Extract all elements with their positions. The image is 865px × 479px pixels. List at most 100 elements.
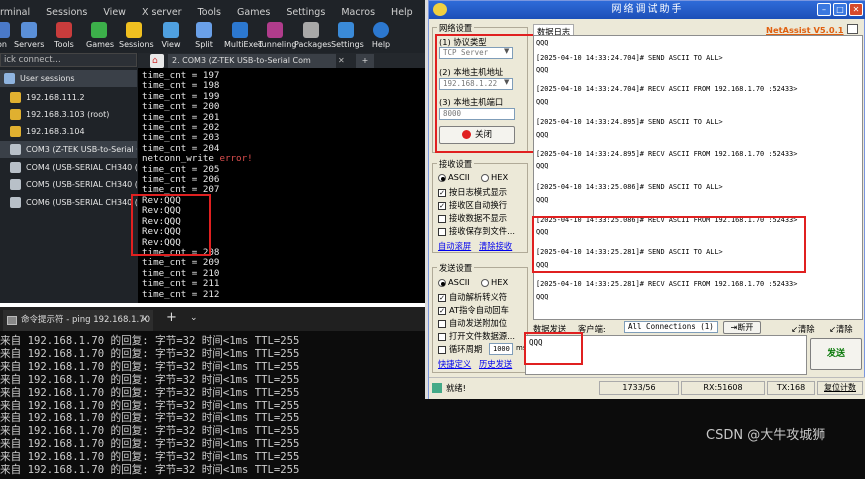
highlight-net-settings <box>435 34 546 153</box>
games-icon <box>91 22 107 38</box>
sessions-root[interactable]: User sessions <box>0 70 137 87</box>
serial-port-icon <box>10 179 21 190</box>
data-log[interactable]: QQQ [2025-04-10 14:33:24.704]# SEND ASCII… <box>533 35 863 320</box>
serial-port-icon <box>10 162 21 173</box>
packages-button[interactable]: Packages <box>294 22 331 49</box>
send-hex-radio[interactable]: HEX <box>481 277 508 287</box>
sessions-sidebar: User sessions 192.168.111.2 192.168.3.10… <box>0 70 137 303</box>
loop-period-input[interactable]: 1000 <box>489 343 513 355</box>
log-entry-data: QQQ <box>536 98 549 106</box>
send-option-append[interactable]: 自动发送附加位 <box>438 317 507 329</box>
menu-macros[interactable]: Macros <box>341 7 375 18</box>
send-option-loop[interactable]: 循环周期 <box>438 343 482 355</box>
send-button[interactable]: 发送 <box>810 338 862 370</box>
highlight-rev-lines <box>131 194 211 256</box>
session-item[interactable]: COM6 (USB-SERIAL CH340 (CO <box>0 194 137 211</box>
netassist-window: 网络调试助手 – □ ✕ 网络设置 (1) 协议类型 TCP Server ▼ … <box>428 0 865 399</box>
help-icon <box>373 22 389 38</box>
reset-count-button[interactable]: 复位计数 <box>817 381 863 395</box>
version-label[interactable]: NetAssist V5.0.1 <box>766 25 844 35</box>
recv-ascii-radio[interactable]: ASCII <box>438 172 470 182</box>
tunneling-button[interactable]: Tunneling <box>258 22 296 49</box>
new-tab-button[interactable]: + <box>356 54 374 68</box>
split-button[interactable]: Split <box>194 22 214 49</box>
error-text: error! <box>219 153 253 165</box>
recv-option-save[interactable]: 接收保存到文件... <box>438 225 515 237</box>
menu-help[interactable]: Help <box>391 7 413 18</box>
recv-option-hide[interactable]: 接收数据不显示 <box>438 212 507 224</box>
send-ascii-radio[interactable]: ASCII <box>438 277 470 287</box>
status-ready: 就绪! <box>446 383 466 393</box>
clear-all-button[interactable]: ↙清除 <box>829 323 853 335</box>
session-item[interactable]: 192.168.3.104 <box>0 123 137 140</box>
recv-option-wrap[interactable]: ✓ 接收区自动换行 <box>438 199 507 211</box>
send-option-escape[interactable]: ✓ 自动解析转义符 <box>438 291 507 303</box>
view-button[interactable]: View <box>160 22 182 49</box>
log-entry-data: QQQ <box>536 196 549 204</box>
log-entry-header: [2025-04-10 14:33:24.704]# RECV ASCII FR… <box>536 85 798 93</box>
close-tab-icon[interactable]: ✕ <box>338 54 350 68</box>
client-select[interactable]: All Connections (1) <box>624 321 718 333</box>
ping-reply-line: 来自 192.168.1.70 的回复: 字节=32 时间<1ms TTL=25… <box>0 373 300 386</box>
broom-icon: ↙ <box>791 324 798 334</box>
log-entry-header: [2025-04-10 14:33:24.895]# SEND ASCII TO… <box>536 118 723 126</box>
menu-tools[interactable]: Tools <box>198 7 221 18</box>
tools-icon <box>56 22 72 38</box>
clear-send-button[interactable]: ↙清除 <box>791 323 815 335</box>
send-option-file[interactable]: 打开文件数据源... <box>438 330 515 342</box>
new-tab-button[interactable]: + <box>166 310 177 325</box>
servers-icon <box>21 22 37 38</box>
terminal-icon <box>7 316 17 325</box>
menu-sessions[interactable]: Sessions <box>46 7 87 18</box>
minimize-icon[interactable]: – <box>817 3 831 16</box>
tools-button[interactable]: Tools <box>52 22 76 49</box>
chevron-down-icon[interactable]: ⌄ <box>190 313 198 323</box>
session-item-selected[interactable]: COM3 (Z-TEK USB-to-Serial Comm <box>0 141 137 158</box>
session-item[interactable]: 192.168.3.103 (root) <box>0 106 137 123</box>
session-item[interactable]: COM4 (USB-SERIAL CH340 (COM <box>0 159 137 176</box>
help-button[interactable]: Help <box>370 22 392 49</box>
games-button[interactable]: Games <box>86 22 114 49</box>
serial-port-icon <box>10 197 21 208</box>
recv-option-log-mode[interactable]: ✓ 按日志模式显示 <box>438 186 507 198</box>
app-icon <box>433 3 447 16</box>
key-icon <box>10 92 21 103</box>
home-tab[interactable]: ⌂ <box>150 54 164 68</box>
ping-reply-line: 来自 192.168.1.70 的回复: 字节=32 时间<1ms TTL=25… <box>0 399 300 412</box>
tab-com3[interactable]: 2. COM3 (Z-TEK USB-to-Serial Com <box>168 54 336 68</box>
send-option-at-cr[interactable]: ✓ AT指令自动回车 <box>438 304 509 316</box>
session-button[interactable]: on <box>0 22 10 49</box>
settings-button[interactable]: Settings <box>331 22 364 49</box>
shortcut-link[interactable]: 快捷定义 <box>438 358 471 370</box>
menu-view[interactable]: View <box>103 7 126 18</box>
menu-settings[interactable]: Settings <box>286 7 325 18</box>
ping-reply-line: 来自 192.168.1.70 的回复: 字节=32 时间<1ms TTL=25… <box>0 347 300 360</box>
menu-xserver[interactable]: X server <box>142 7 182 18</box>
serial-terminal[interactable]: time_cnt = 197 time_cnt = 198 time_cnt = 1… <box>138 68 425 303</box>
close-icon[interactable]: ✕ <box>141 310 148 331</box>
session-item[interactable]: COM5 (USB-SERIAL CH340 (COM <box>0 176 137 193</box>
multiexec-button[interactable]: MultiExec <box>224 22 262 49</box>
disconnect-button[interactable]: ⇥断开 <box>723 321 761 334</box>
clear-recv-link[interactable]: 清除接收 <box>479 240 512 252</box>
gear-icon <box>338 22 354 38</box>
maximize-icon[interactable]: □ <box>833 3 847 16</box>
cmd-tab[interactable]: 命令提示符 - ping 192.168.1.70 ✕ <box>3 310 153 331</box>
auto-scroll-link[interactable]: 自动滚屏 <box>438 240 471 252</box>
lock-icon[interactable] <box>847 24 858 34</box>
menu-games[interactable]: Games <box>237 7 270 18</box>
group-label: 发送设置 <box>437 262 475 274</box>
view-icon <box>163 22 179 38</box>
tunneling-icon <box>267 22 283 38</box>
ping-reply-line: 来自 192.168.1.70 的回复: 字节=32 时间<1ms TTL=25… <box>0 360 300 373</box>
multiexec-icon <box>232 22 248 38</box>
quick-connect-input[interactable]: ick connect... <box>0 53 137 67</box>
sessions-button[interactable]: Sessions <box>119 22 154 49</box>
history-link[interactable]: 历史发送 <box>479 358 512 370</box>
byte-count: 1733/56 <box>599 381 679 395</box>
menu-terminal[interactable]: rminal <box>0 7 30 18</box>
session-item[interactable]: 192.168.111.2 <box>0 89 137 106</box>
servers-button[interactable]: Servers <box>14 22 44 49</box>
close-icon[interactable]: ✕ <box>849 3 863 16</box>
recv-hex-radio[interactable]: HEX <box>481 172 508 182</box>
